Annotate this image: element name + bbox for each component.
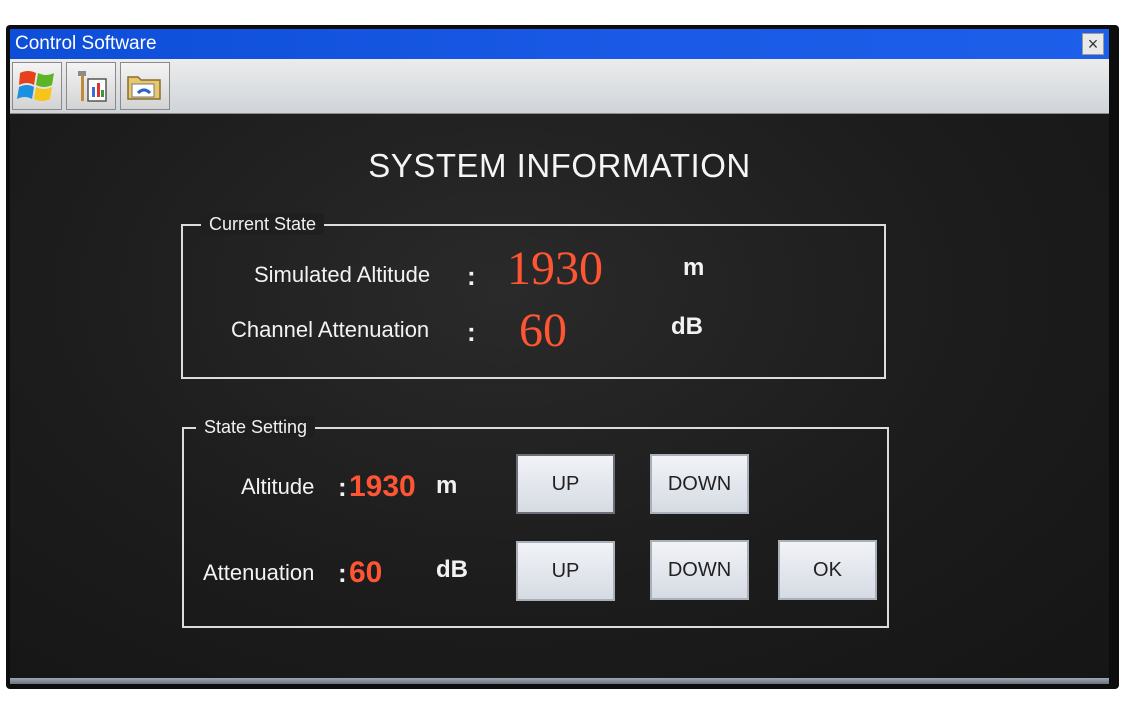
channel-attenuation-value: 60 bbox=[519, 304, 567, 357]
channel-attenuation-colon: : bbox=[467, 317, 476, 347]
state-setting-legend: State Setting bbox=[196, 416, 316, 438]
altitude-setting-unit: m bbox=[436, 472, 458, 499]
simulated-altitude-label: Simulated Altitude bbox=[254, 262, 431, 287]
channel-attenuation-unit: dB bbox=[671, 313, 703, 340]
window-title: Control Software bbox=[15, 33, 157, 54]
altitude-setting-colon: : bbox=[338, 472, 347, 502]
channel-attenuation-label: Channel Attenuation bbox=[231, 317, 430, 342]
tools-settings-button[interactable] bbox=[66, 62, 116, 110]
altitude-setting-value: 1930 bbox=[349, 470, 416, 503]
attenuation-setting-value: 60 bbox=[349, 556, 383, 589]
folder-button[interactable] bbox=[120, 62, 170, 110]
altitude-setting-label: Altitude bbox=[241, 474, 315, 499]
toolbar bbox=[10, 59, 1109, 114]
windows-logo-button[interactable] bbox=[12, 62, 62, 110]
tools-settings-icon bbox=[78, 71, 107, 102]
windows-logo-icon bbox=[17, 71, 54, 101]
attenuation-up-button[interactable]: UP bbox=[516, 541, 615, 601]
title-bar: Control Software × bbox=[10, 29, 1109, 59]
simulated-altitude-unit: m bbox=[683, 254, 705, 281]
attenuation-down-button[interactable]: DOWN bbox=[650, 540, 749, 600]
app-window: Control Software × SYSTEM INFORMATION Cu… bbox=[10, 29, 1109, 684]
simulated-altitude-value: 1930 bbox=[507, 242, 603, 295]
attenuation-setting-colon: : bbox=[338, 558, 347, 588]
page-title: SYSTEM INFORMATION bbox=[368, 147, 751, 184]
folder-icon bbox=[127, 76, 161, 100]
simulated-altitude-colon: : bbox=[467, 261, 476, 291]
current-state-legend: Current State bbox=[201, 213, 325, 235]
bottom-border bbox=[10, 678, 1109, 684]
ok-button[interactable]: OK bbox=[778, 540, 877, 600]
altitude-up-button[interactable]: UP bbox=[516, 454, 615, 514]
attenuation-setting-unit: dB bbox=[436, 556, 468, 583]
altitude-down-button[interactable]: DOWN bbox=[650, 454, 749, 514]
close-button[interactable]: × bbox=[1082, 33, 1104, 55]
attenuation-setting-label: Attenuation bbox=[203, 560, 315, 585]
